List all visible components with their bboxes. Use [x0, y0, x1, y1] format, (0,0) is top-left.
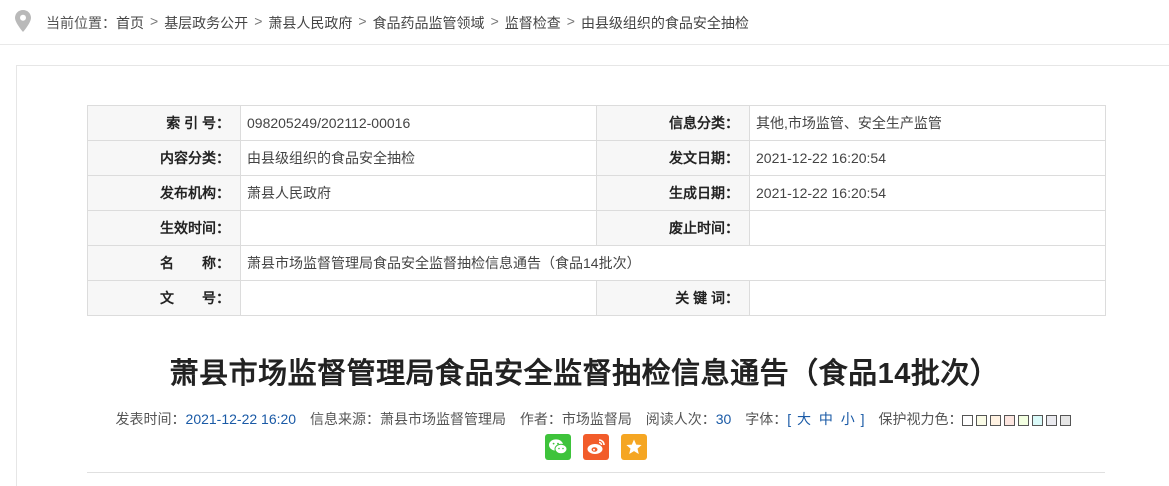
abolish-time-label: 废止时间： — [596, 210, 750, 246]
table-row: 索 引 号： 098205249/202112-00016 信息分类： 其他,市… — [87, 105, 1106, 141]
breadcrumb-item-government[interactable]: 萧县人民政府 — [268, 13, 352, 33]
favorite-button[interactable] — [621, 434, 647, 460]
source-value: 萧县市场监督管理局 — [379, 411, 506, 427]
issue-date-value: 2021-12-22 16:20:54 — [749, 140, 1106, 176]
views-label: 阅读人次： — [645, 411, 716, 427]
breadcrumb-separator: > — [490, 13, 499, 29]
breadcrumb-prefix: 当前位置： — [46, 15, 116, 31]
generate-date-label: 生成日期： — [596, 175, 750, 211]
eye-color-swatch[interactable] — [1004, 414, 1016, 426]
breadcrumb-separator: > — [358, 13, 367, 29]
eye-color-swatch[interactable] — [1032, 414, 1044, 426]
weibo-share-button[interactable] — [583, 434, 609, 460]
breadcrumb-divider — [0, 44, 1169, 45]
author-value: 市场监督局 — [561, 411, 632, 427]
info-category-value: 其他,市场监管、安全生产监管 — [749, 105, 1106, 141]
breadcrumb-separator: > — [566, 13, 575, 29]
publish-time-label: 发表时间： — [115, 411, 186, 427]
wechat-icon — [549, 439, 568, 455]
views-value: 30 — [715, 411, 732, 427]
index-label: 索 引 号： — [87, 105, 241, 141]
name-label: 名 称： — [87, 245, 241, 281]
eye-color-swatch[interactable] — [962, 414, 974, 426]
table-row: 生效时间： 废止时间： — [87, 210, 1106, 246]
font-bracket-close: ] — [860, 411, 865, 427]
abolish-time-value — [749, 210, 1106, 246]
eye-color-swatch[interactable] — [990, 414, 1002, 426]
publish-time: 发表时间：2021-12-22 16:20 — [116, 411, 297, 427]
share-bar — [545, 434, 647, 460]
breadcrumb-item-grassroots[interactable]: 基层政务公开 — [164, 13, 248, 33]
star-icon — [626, 439, 642, 454]
eye-color-swatch[interactable] — [1018, 414, 1030, 426]
doc-number-value — [240, 280, 597, 316]
content-category-value: 由县级组织的食品安全抽检 — [240, 140, 597, 176]
name-value: 萧县市场监督管理局食品安全监督抽检信息通告（食品14批次） — [240, 245, 1106, 281]
generate-date-value: 2021-12-22 16:20:54 — [749, 175, 1106, 211]
doc-number-label: 文 号： — [87, 280, 241, 316]
keywords-value — [749, 280, 1106, 316]
keywords-label: 关 键 词： — [596, 280, 750, 316]
breadcrumb-item-food-drug[interactable]: 食品药品监管领域 — [373, 13, 485, 33]
breadcrumb-separator: > — [254, 13, 263, 29]
article-title: 萧县市场监督管理局食品安全监督抽检信息通告（食品14批次） — [169, 358, 1000, 390]
table-row: 发布机构： 萧县人民政府 生成日期： 2021-12-22 16:20:54 — [87, 175, 1106, 211]
eye-protection-label: 保护视力色： — [878, 411, 963, 427]
swatch-group — [962, 411, 1074, 427]
table-row: 名 称： 萧县市场监督管理局食品安全监督抽检信息通告（食品14批次） — [87, 245, 1106, 281]
font-size-label: 字体： — [745, 411, 788, 427]
font-large-button[interactable]: 大 — [797, 411, 811, 427]
breadcrumb-item-inspection[interactable]: 监督检查 — [505, 13, 561, 33]
article-info-bar: 发表时间：2021-12-22 16:20 信息来源：萧县市场监督管理局 作者：… — [0, 409, 1169, 429]
info-source: 信息来源：萧县市场监督管理局 — [310, 411, 506, 427]
section-divider — [87, 472, 1105, 473]
breadcrumb-item-home[interactable]: 首页 — [116, 13, 144, 33]
eye-color-swatch[interactable] — [1060, 414, 1072, 426]
breadcrumb: 当前位置： 首页 > 基层政务公开 > 萧县人民政府 > 食品药品监管领域 > … — [46, 13, 749, 33]
breadcrumb-bar: 当前位置： 首页 > 基层政务公开 > 萧县人民政府 > 食品药品监管领域 > … — [0, 0, 1169, 44]
author: 作者：市场监督局 — [520, 411, 632, 427]
content-category-label: 内容分类： — [87, 140, 241, 176]
publish-time-value: 2021-12-22 16:20 — [185, 411, 297, 427]
issue-date-label: 发文日期： — [596, 140, 750, 176]
breadcrumb-separator: > — [150, 13, 159, 29]
eye-color-swatch[interactable] — [1046, 414, 1058, 426]
weibo-icon — [587, 439, 605, 454]
index-value: 098205249/202112-00016 — [240, 105, 597, 141]
wechat-share-button[interactable] — [545, 434, 571, 460]
table-row: 内容分类： 由县级组织的食品安全抽检 发文日期： 2021-12-22 16:2… — [87, 140, 1106, 176]
eye-protection-control: 保护视力色： — [878, 411, 1074, 427]
font-bracket-open: [ — [787, 411, 792, 427]
effective-time-value — [240, 210, 597, 246]
metadata-table: 索 引 号： 098205249/202112-00016 信息分类： 其他,市… — [87, 105, 1106, 316]
eye-color-swatch[interactable] — [976, 414, 988, 426]
views: 阅读人次：30 — [646, 411, 732, 427]
breadcrumb-item-current[interactable]: 由县级组织的食品安全抽检 — [581, 13, 749, 33]
info-category-label: 信息分类： — [596, 105, 750, 141]
font-medium-button[interactable]: 中 — [819, 411, 833, 427]
map-pin-icon — [15, 10, 31, 32]
author-label: 作者： — [519, 411, 562, 427]
font-size-control: 字体：[ 大 中 小 ] — [745, 411, 864, 427]
font-small-button[interactable]: 小 — [841, 411, 855, 427]
effective-time-label: 生效时间： — [87, 210, 241, 246]
source-label: 信息来源： — [309, 411, 380, 427]
publisher-label: 发布机构： — [87, 175, 241, 211]
publisher-value: 萧县人民政府 — [240, 175, 597, 211]
table-row: 文 号： 关 键 词： — [87, 280, 1106, 316]
